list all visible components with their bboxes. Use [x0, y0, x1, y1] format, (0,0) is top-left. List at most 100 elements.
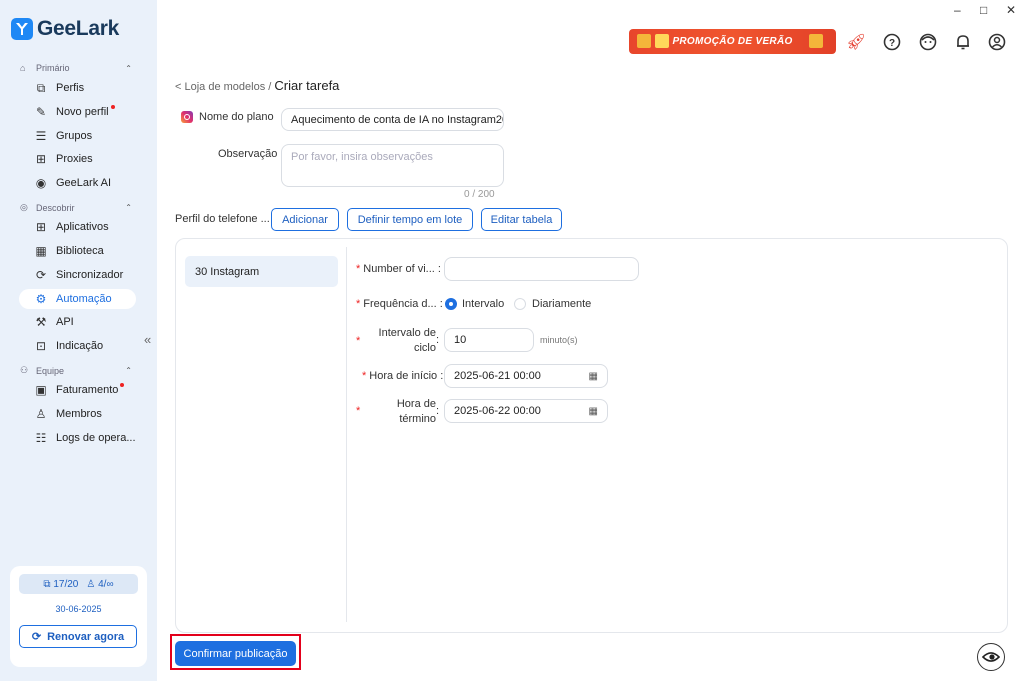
sidebar-item-geelark-ai[interactable]: ◉ GeeLark AI — [19, 173, 136, 193]
page-title: Criar tarefa — [274, 78, 340, 93]
close-icon[interactable]: ✕ — [1006, 3, 1016, 17]
sidebar-item-label: Membros — [56, 408, 102, 420]
note-textarea[interactable]: Por favor, insira observações — [281, 144, 504, 187]
profiles-icon: ⧉ — [36, 80, 46, 95]
plan-name-input[interactable]: Aquecimento de conta de IA no Instagram2… — [281, 108, 504, 131]
radio-intervalo-label[interactable]: Intervalo — [462, 298, 504, 310]
section-primario[interactable]: ⌂ Primário ⌃ — [20, 63, 132, 73]
cycle-field-label: Intervalo de ciclo — [376, 326, 436, 356]
sidebar-item-biblioteca[interactable]: ▦ Biblioteca — [19, 241, 136, 261]
logs-icon: ☷ — [35, 431, 47, 445]
plan-name-label-row: Nome do plano — [181, 111, 274, 123]
gift-icon — [809, 34, 823, 48]
required-marker: * — [356, 298, 361, 310]
required-marker: * — [356, 405, 361, 417]
note-counter: 0 / 200 — [464, 189, 495, 200]
end-label-line-1: Hora de — [396, 398, 436, 410]
refresh-icon: ⟳ — [31, 631, 42, 643]
quota-row: ⧉ 17/20 ♙ 4/∞ — [19, 574, 138, 594]
sidebar-item-membros[interactable]: ♙ Membros — [19, 404, 136, 424]
sidebar-item-label: Biblioteca — [56, 245, 104, 257]
minimize-icon[interactable]: – — [954, 3, 961, 17]
quota-card: ⧉ 17/20 ♙ 4/∞ 30-06-2025 ⟳ Renovar agora — [10, 566, 147, 667]
support-icon[interactable] — [918, 32, 938, 52]
note-label: Observação — [218, 148, 278, 160]
required-marker: * — [356, 263, 361, 275]
account-list-item[interactable]: 30 Instagram — [185, 256, 338, 287]
section-label: Equipe — [36, 365, 65, 376]
sidebar-item-label: Proxies — [56, 153, 93, 165]
number-field-label: * Number of vi... : — [356, 263, 441, 275]
renew-button[interactable]: ⟳ Renovar agora — [19, 625, 137, 648]
radio-intervalo[interactable] — [445, 298, 457, 310]
app-name: GeeLark — [37, 17, 119, 40]
app-logo[interactable]: GeeLark — [11, 17, 119, 41]
sidebar-item-label: Automação — [56, 293, 112, 305]
sidebar-item-faturamento[interactable]: ▣ Faturamento — [19, 380, 136, 400]
edit-table-button[interactable]: Editar tabela — [481, 208, 562, 231]
panel-divider — [346, 247, 347, 622]
assistant-eye-icon[interactable] — [977, 643, 1005, 671]
sidebar-item-label: Grupos — [56, 130, 93, 142]
radio-diariamente[interactable] — [514, 298, 526, 310]
sidebar-item-label: Novo perfil — [56, 106, 109, 118]
renew-label: Renovar agora — [47, 630, 125, 643]
help-icon[interactable]: ? — [882, 32, 902, 52]
batch-time-button[interactable]: Definir tempo em lote — [347, 208, 473, 231]
geelark-logo-icon — [11, 18, 33, 40]
sidebar-item-proxies[interactable]: ⊞ Proxies — [19, 149, 136, 169]
number-input[interactable] — [444, 257, 639, 281]
eye-icon: ◎ — [20, 202, 28, 212]
instagram-icon — [181, 111, 193, 123]
svg-text:?: ? — [889, 38, 895, 49]
calendar-icon[interactable]: ▦ — [589, 371, 598, 382]
sidebar-item-perfis[interactable]: ⧉ Perfis — [19, 78, 136, 98]
members-icon: ♙ — [86, 578, 96, 590]
end-datetime-input[interactable]: 2025-06-22 00:00 ▦ — [444, 399, 608, 423]
sync-icon: ⟳ — [35, 268, 47, 282]
profile-quota: ⧉ 17/20 — [43, 579, 78, 590]
gift-icon: ⊡ — [35, 339, 47, 353]
section-equipe[interactable]: ⚇ Equipe ⌃ — [20, 365, 132, 376]
summer-promo-banner[interactable]: PROMOÇÃO DE VERÃO — [629, 29, 836, 54]
calendar-icon[interactable]: ▦ — [589, 406, 598, 417]
sidebar-item-automacao[interactable]: ⚙ Automação — [19, 289, 136, 309]
sidebar-item-novo-perfil[interactable]: ✎ Novo perfil — [19, 102, 136, 122]
sidebar-item-label: Aplicativos — [56, 221, 109, 233]
add-button[interactable]: Adicionar — [271, 208, 339, 231]
note-placeholder: Por favor, insira observações — [291, 151, 433, 163]
bell-icon[interactable] — [953, 32, 973, 52]
breadcrumb: < Loja de modelos / Criar tarefa — [175, 78, 339, 93]
start-label-text: Hora de início — [369, 370, 438, 382]
breadcrumb-parent-link[interactable]: < Loja de modelos / — [175, 81, 271, 93]
sidebar-item-sincronizador[interactable]: ⟳ Sincronizador — [19, 265, 136, 285]
sidebar-item-label: GeeLark AI — [56, 177, 112, 189]
api-icon: ⚒ — [35, 315, 47, 329]
rocket-icon[interactable]: 🚀︎ — [846, 32, 866, 52]
section-label: Primário — [36, 63, 70, 73]
required-marker: * — [356, 335, 361, 347]
sidebar-item-grupos[interactable]: ☰ Grupos — [19, 126, 136, 146]
cycle-input[interactable]: 10 — [444, 328, 534, 352]
sidebar-item-indicacao[interactable]: ⊡ Indicação — [19, 336, 136, 356]
sidebar-item-label: Logs de opera... — [56, 432, 136, 444]
member-quota: ♙ 4/∞ — [86, 579, 113, 590]
radio-diariamente-label[interactable]: Diariamente — [532, 298, 591, 310]
section-descobrir[interactable]: ◎ Descobrir ⌃ — [20, 202, 132, 213]
sidebar-item-api[interactable]: ⚒ API — [19, 312, 136, 332]
maximize-icon[interactable]: □ — [980, 3, 987, 17]
chevron-up-icon: ⌃ — [125, 63, 132, 73]
sidebar-item-logs[interactable]: ☷ Logs de opera... — [19, 428, 136, 448]
member-quota-value: 4/∞ — [98, 578, 114, 590]
sidebar-item-label: Perfis — [56, 82, 85, 94]
new-profile-icon: ✎ — [35, 105, 47, 119]
user-avatar-icon[interactable] — [987, 32, 1007, 52]
cycle-label-line-2: ciclo — [413, 342, 436, 354]
library-icon: ▦ — [35, 244, 47, 258]
promo-label: PROMOÇÃO DE VERÃO — [672, 36, 793, 47]
sidebar-item-aplicativos[interactable]: ⊞ Aplicativos — [19, 217, 136, 237]
cycle-unit: minuto(s) — [540, 335, 578, 345]
end-colon: : — [436, 405, 440, 417]
collapse-sidebar-icon[interactable]: « — [144, 332, 151, 347]
start-datetime-input[interactable]: 2025-06-21 00:00 ▦ — [444, 364, 608, 388]
